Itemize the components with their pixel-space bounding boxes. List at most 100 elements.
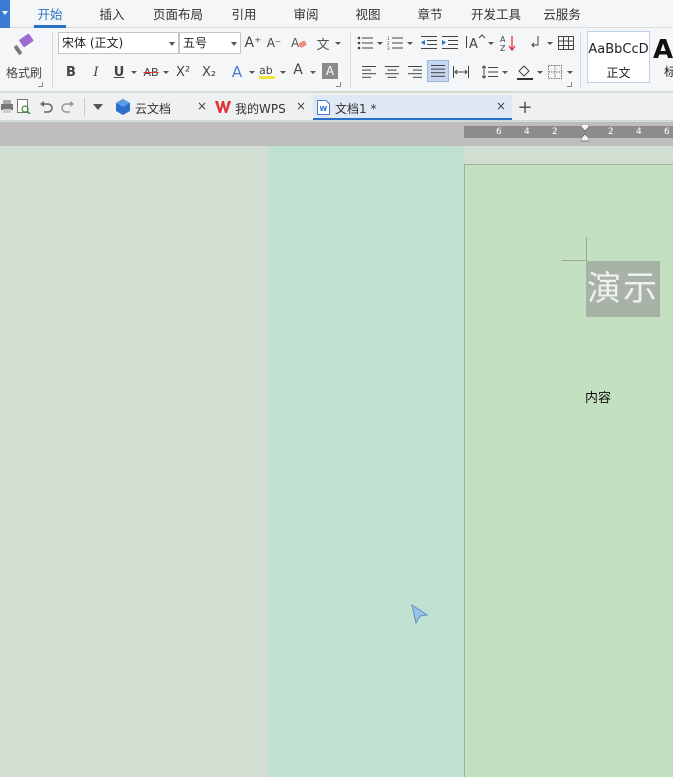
increase-indent-button[interactable] [441,33,459,53]
horizontal-ruler[interactable]: 6 4 2 2 4 6 [0,122,673,146]
borders-button[interactable] [546,62,564,82]
phonetic-guide-button[interactable]: 文 [314,32,332,54]
font-launcher[interactable] [336,82,341,87]
distribute-button[interactable] [452,62,470,82]
chevron-down-icon[interactable] [502,71,508,74]
ruler-number: 6 [664,127,670,137]
chevron-down-icon[interactable] [163,71,169,74]
outdent-icon [421,36,437,49]
table-button[interactable] [557,33,575,53]
chevron-down-icon[interactable] [407,42,413,45]
chevron-down-icon [169,42,175,46]
document-workspace[interactable]: 演示 内容 [0,146,673,777]
style-normal[interactable]: AaBbCcD 正文 [587,31,650,83]
print-preview-icon [17,99,31,115]
style-name: 正文 [606,66,631,80]
tab-insert[interactable]: 插入 [92,0,132,28]
underline-button[interactable]: U [110,62,128,82]
justify-button[interactable] [427,60,449,82]
indent-marker-icon[interactable] [581,124,589,142]
print-preview-button[interactable] [16,98,32,116]
line-spacing-button[interactable] [481,62,499,82]
ruler-number: 4 [524,127,530,137]
highlight-button[interactable]: ab [257,62,279,82]
tab-references[interactable]: 引用 [224,0,264,28]
chevron-down-icon[interactable] [310,71,316,74]
ruler-number: 2 [552,127,558,137]
char-shading-button[interactable]: A [322,63,338,79]
chevron-down-icon[interactable] [249,71,255,74]
align-left-button[interactable] [360,62,378,82]
document-icon: W [317,100,330,115]
chevron-down-icon [93,104,103,110]
divider [84,98,85,116]
font-size-select[interactable]: 五号 [179,32,241,54]
format-painter-button[interactable] [8,32,40,60]
grow-font-button[interactable]: A⁺ [244,33,262,53]
shading-button[interactable] [515,61,535,83]
tab-document-1[interactable]: W 文档1 * × [313,95,512,120]
close-icon[interactable]: × [496,99,506,113]
close-icon[interactable]: × [296,99,306,113]
svg-text:3: 3 [387,46,390,50]
font-color-button[interactable]: A [290,60,306,80]
style-sample: AaBbCcD [588,42,649,57]
tab-my-wps[interactable]: 我的WPS × [212,95,312,120]
tab-view[interactable]: 视图 [348,0,388,28]
bullet-list-button[interactable] [356,33,374,53]
tab-developer[interactable]: 开发工具 [466,0,526,28]
bold-button[interactable]: B [62,62,80,82]
subscript-button[interactable]: X₂ [198,62,220,82]
svg-text:A: A [469,37,478,52]
chevron-down-icon[interactable] [567,71,573,74]
tab-cloud[interactable]: 云服务 [538,0,586,28]
cloud-docs-icon [116,99,130,115]
chevron-down-icon[interactable] [280,71,286,74]
undo-button[interactable] [38,98,54,116]
shrink-font-button[interactable]: A⁻ [265,33,283,53]
numbered-list-button[interactable]: 123 [386,33,404,53]
eraser-icon: A [291,36,307,50]
close-icon[interactable]: × [197,99,207,113]
selected-title-text[interactable]: 演示 [586,261,660,317]
quick-menu-dropdown[interactable] [0,0,10,28]
align-right-button[interactable] [406,62,424,82]
tab-page-layout[interactable]: 页面布局 [148,0,208,28]
paragraph-launcher[interactable] [567,82,572,87]
chevron-down-icon[interactable] [377,42,383,45]
sort-icon: A Z [500,35,516,52]
chevron-down-icon[interactable] [537,71,543,74]
align-center-button[interactable] [383,62,401,82]
tab-section[interactable]: 章节 [410,0,450,28]
style-heading[interactable]: A 标 [652,31,673,83]
clear-format-button[interactable]: A [288,33,310,53]
decrease-indent-button[interactable] [420,33,438,53]
show-marks-button[interactable] [528,32,544,54]
sort-button[interactable]: A Z [498,32,518,54]
style-name: 标 [664,63,673,80]
font-name-select[interactable]: 宋体 (正文) [58,32,179,54]
text-effect-button[interactable]: A [228,62,246,82]
redo-button[interactable] [60,98,76,116]
quick-access-dropdown[interactable] [90,98,106,116]
document-page[interactable]: 演示 内容 [464,164,673,777]
strikethrough-button[interactable]: AB [140,62,162,82]
print-button[interactable] [0,98,14,116]
text-direction-button[interactable]: A [466,32,486,54]
tab-home[interactable]: 开始 [30,0,70,28]
italic-button[interactable]: I [87,62,105,82]
crop-mark [562,260,587,261]
chevron-down-icon[interactable] [131,71,137,74]
mouse-pointer-icon [411,604,429,625]
clipboard-launcher[interactable] [38,82,43,87]
chevron-down-icon[interactable] [488,42,494,45]
tab-review[interactable]: 审阅 [286,0,326,28]
superscript-button[interactable]: X² [172,62,194,82]
svg-text:Z: Z [500,44,506,52]
tab-cloud-docs[interactable]: 云文档 × [110,95,210,120]
chevron-down-icon[interactable] [547,42,553,45]
body-text[interactable]: 内容 [585,387,611,406]
tab-label: 我的WPS [235,102,286,116]
chevron-down-icon[interactable] [335,42,341,45]
new-tab-button[interactable]: + [514,96,536,118]
